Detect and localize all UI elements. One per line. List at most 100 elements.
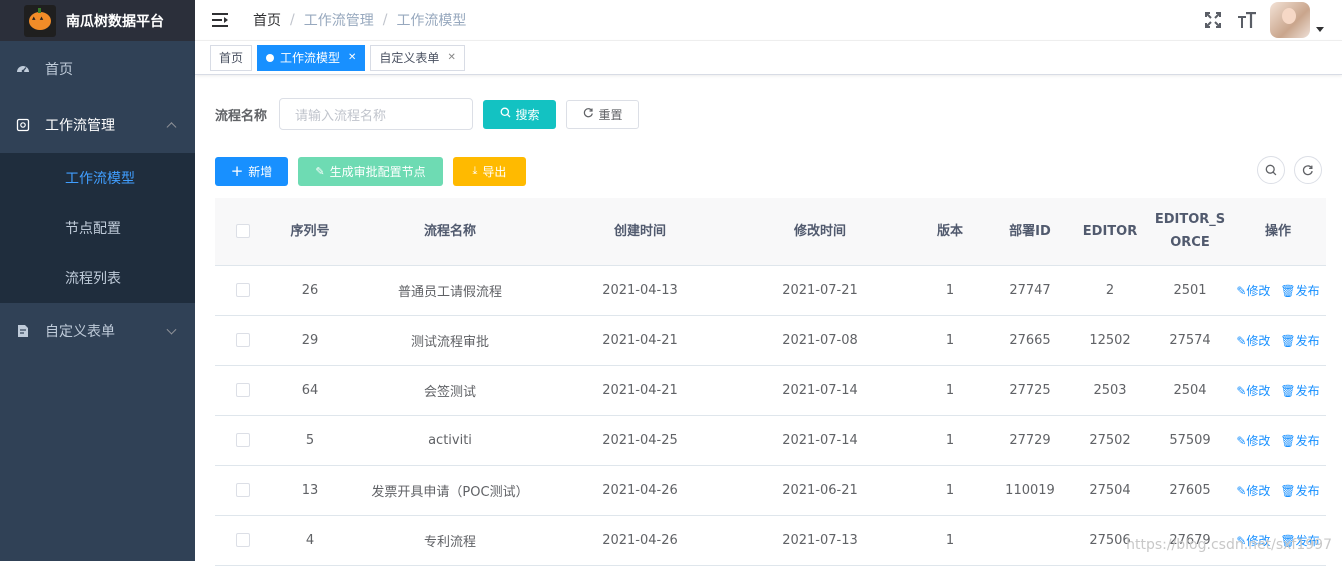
edit-link[interactable]: ✎修改 xyxy=(1236,434,1270,448)
row-checkbox-cell[interactable] xyxy=(215,265,270,316)
toggle-search-button[interactable] xyxy=(1257,156,1285,184)
column-header: EDITOR_SORCE xyxy=(1150,198,1230,266)
row-checkbox[interactable] xyxy=(235,533,250,547)
publish-label: 发布 xyxy=(1295,433,1320,448)
publish-label: 发布 xyxy=(1295,383,1320,398)
refresh-button[interactable] xyxy=(1294,156,1322,184)
edit-icon: ✎ xyxy=(1236,333,1247,348)
sidebar-item-workflow[interactable]: 工作流管理 xyxy=(0,97,195,153)
cell-version: 1 xyxy=(910,315,990,366)
cell-version: 1 xyxy=(910,415,990,466)
publish-link[interactable]: 🗑发布 xyxy=(1280,434,1319,448)
cell-modified: 2021-07-08 xyxy=(730,315,910,366)
edit-link[interactable]: ✎修改 xyxy=(1236,284,1270,298)
tag-workflow-model[interactable]: 工作流模型 ✕ xyxy=(257,44,366,71)
cell-deploy-id xyxy=(990,515,1070,566)
sidebar-item-home[interactable]: 首页 xyxy=(0,41,195,97)
cell-editor: 12502 xyxy=(1070,315,1150,366)
cell-actions: ✎修改 🗑发布 xyxy=(1230,315,1326,366)
export-button[interactable]: ⤓ 导出 xyxy=(453,156,526,186)
cell-editor-source: 27605 xyxy=(1150,465,1230,516)
tag-home[interactable]: 首页 xyxy=(210,44,253,71)
row-checkbox-cell[interactable] xyxy=(215,365,270,416)
cell-actions: ✎修改 🗑发布 xyxy=(1230,265,1326,316)
breadcrumb-home[interactable]: 首页 xyxy=(253,10,281,30)
sidebar-item-custom-form[interactable]: 自定义表单 xyxy=(0,303,195,359)
breadcrumb-current: 工作流模型 xyxy=(396,13,467,29)
reset-button[interactable]: 重置 xyxy=(566,99,640,129)
cell-version: 1 xyxy=(910,365,990,416)
row-checkbox[interactable] xyxy=(235,283,250,297)
breadcrumb-separator: / xyxy=(382,12,388,28)
cell-created: 2021-04-13 xyxy=(550,265,730,316)
export-button-label: 导出 xyxy=(482,164,507,179)
cell-created: 2021-04-21 xyxy=(550,365,730,416)
refresh-icon xyxy=(583,107,594,121)
row-checkbox[interactable] xyxy=(235,433,250,447)
edit-link[interactable]: ✎修改 xyxy=(1236,334,1270,348)
cell-modified: 2021-07-14 xyxy=(730,415,910,466)
font-size-icon[interactable] xyxy=(1236,9,1258,31)
sidebar-item-process-list[interactable]: 流程列表 xyxy=(0,253,195,303)
cell-deploy-id: 27729 xyxy=(990,415,1070,466)
form-icon xyxy=(16,324,30,338)
publish-link[interactable]: 🗑发布 xyxy=(1280,334,1319,348)
user-avatar[interactable] xyxy=(1270,2,1310,38)
sidebar-item-label: 自定义表单 xyxy=(45,324,115,340)
row-checkbox-cell[interactable] xyxy=(215,415,270,466)
cell-id: 29 xyxy=(270,315,350,366)
select-all-checkbox-cell[interactable] xyxy=(215,198,270,266)
edit-label: 修改 xyxy=(1246,433,1271,448)
row-checkbox[interactable] xyxy=(235,483,250,497)
cell-editor-source: 27574 xyxy=(1150,315,1230,366)
cell-modified: 2021-07-13 xyxy=(730,515,910,566)
cell-actions: ✎修改 🗑发布 xyxy=(1230,465,1326,516)
cell-name: 发票开具申请（POC测试） xyxy=(350,465,550,516)
sidebar-item-label: 流程列表 xyxy=(65,271,121,287)
cell-deploy-id: 27725 xyxy=(990,365,1070,416)
cell-name: 普通员工请假流程 xyxy=(350,265,550,316)
edit-icon: ✎ xyxy=(1236,383,1247,398)
add-button[interactable]: + 新增 xyxy=(215,156,288,186)
sidebar-item-workflow-model[interactable]: 工作流模型 xyxy=(0,153,195,203)
close-icon[interactable]: ✕ xyxy=(348,52,356,63)
row-checkbox-cell[interactable] xyxy=(215,465,270,516)
close-icon[interactable]: ✕ xyxy=(447,52,455,63)
row-checkbox[interactable] xyxy=(235,383,250,397)
cell-editor: 27502 xyxy=(1070,415,1150,466)
edit-link[interactable]: ✎修改 xyxy=(1236,384,1270,398)
search-button[interactable]: 搜索 xyxy=(483,99,557,129)
tag-custom-form[interactable]: 自定义表单 ✕ xyxy=(370,44,465,71)
dashboard-icon xyxy=(16,62,30,76)
cell-created: 2021-04-21 xyxy=(550,315,730,366)
publish-link[interactable]: 🗑发布 xyxy=(1280,484,1319,498)
search-form: 流程名称 请输入流程名称 搜索 重置 xyxy=(215,75,1322,151)
workflow-model-table: 序列号 流程名称 创建时间 修改时间 版本 部署ID EDITOR EDITOR… xyxy=(215,198,1326,566)
cell-created: 2021-04-26 xyxy=(550,465,730,516)
row-checkbox[interactable] xyxy=(235,333,250,347)
cell-name: 专利流程 xyxy=(350,515,550,566)
cell-actions: ✎修改 🗑发布 xyxy=(1230,365,1326,416)
row-checkbox-cell[interactable] xyxy=(215,515,270,566)
table-row: 5 activiti 2021-04-25 2021-07-14 1 27729 27502… xyxy=(215,415,1326,466)
select-all-checkbox[interactable] xyxy=(235,224,250,239)
process-name-input[interactable]: 请输入流程名称 xyxy=(279,98,474,130)
generate-nodes-button[interactable]: ✎ 生成审批配置节点 xyxy=(298,156,443,186)
cell-version: 1 xyxy=(910,465,990,516)
sidebar-item-node-config[interactable]: 节点配置 xyxy=(0,203,195,253)
publish-link[interactable]: 🗑发布 xyxy=(1280,284,1319,298)
caret-down-icon[interactable] xyxy=(1316,26,1324,32)
search-button-label: 搜索 xyxy=(515,107,540,122)
cell-id: 26 xyxy=(270,265,350,316)
sidebar-item-label: 工作流模型 xyxy=(65,171,135,187)
hamburger-menu-icon[interactable] xyxy=(212,13,230,27)
cell-id: 5 xyxy=(270,415,350,466)
edit-link[interactable]: ✎修改 xyxy=(1236,484,1270,498)
row-checkbox-cell[interactable] xyxy=(215,315,270,366)
search-icon xyxy=(500,107,511,121)
logo[interactable]: 南瓜树数据平台 xyxy=(0,0,195,41)
cell-id: 13 xyxy=(270,465,350,516)
fullscreen-icon[interactable] xyxy=(1202,9,1224,31)
process-name-label: 流程名称 xyxy=(215,108,268,124)
publish-link[interactable]: 🗑发布 xyxy=(1280,384,1319,398)
